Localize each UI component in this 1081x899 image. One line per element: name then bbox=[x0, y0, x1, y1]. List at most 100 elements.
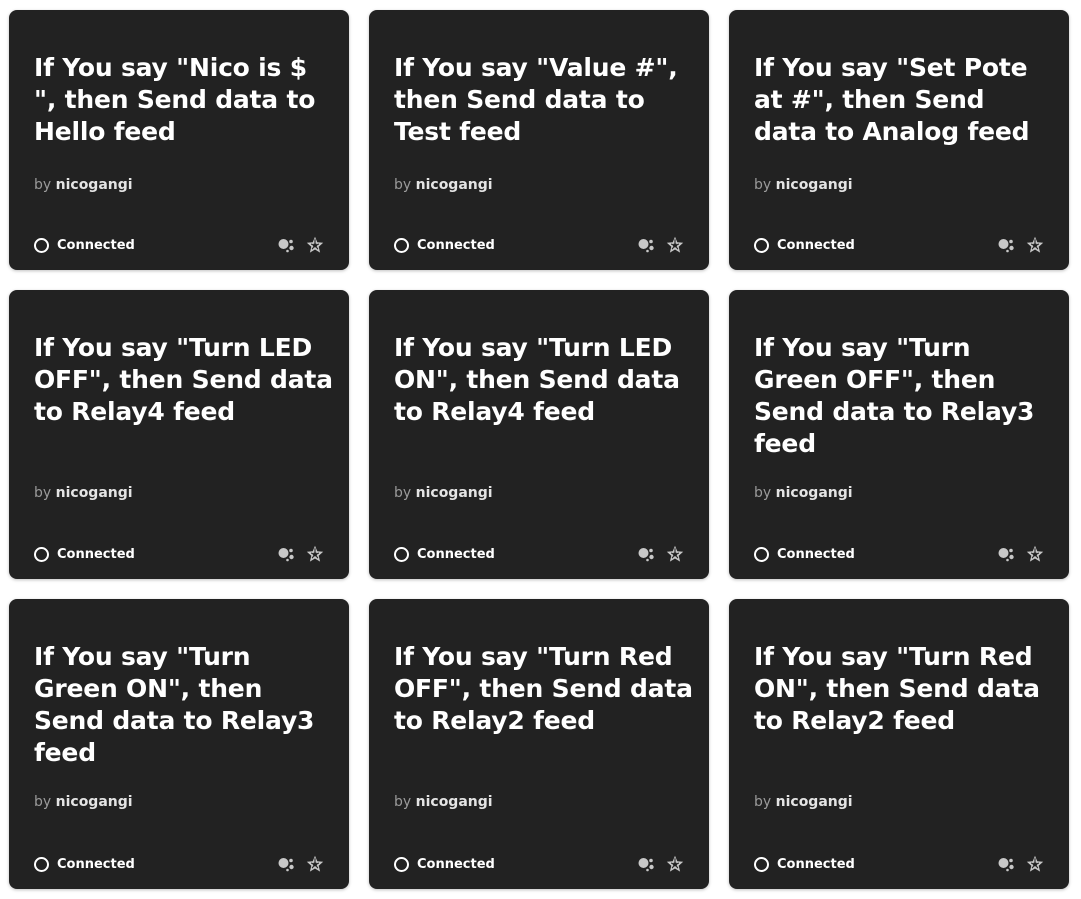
status-ring-icon bbox=[394, 237, 409, 253]
adafruit-star-icon bbox=[666, 855, 684, 873]
author-name[interactable]: nicogangi bbox=[776, 794, 853, 810]
applet-footer: Connected bbox=[34, 236, 324, 254]
applet-card[interactable]: If You say "Turn Green ON", then Send da… bbox=[9, 599, 349, 889]
applet-byline: by nicogangi bbox=[754, 793, 853, 811]
applet-title: If You say "Turn LED ON", then Send data… bbox=[394, 333, 680, 426]
author-name[interactable]: nicogangi bbox=[416, 794, 493, 810]
byline-prefix: by bbox=[34, 794, 52, 810]
service-icons bbox=[998, 545, 1044, 563]
adafruit-star-icon bbox=[666, 236, 684, 254]
applet-card[interactable]: If You say "Turn Green OFF", then Send d… bbox=[729, 290, 1069, 579]
service-icons bbox=[278, 236, 324, 254]
connection-status: Connected bbox=[394, 237, 495, 253]
google-assistant-icon bbox=[278, 856, 296, 872]
applet-byline: by nicogangi bbox=[34, 484, 133, 502]
service-icons bbox=[278, 545, 324, 563]
applet-footer: Connected bbox=[34, 545, 324, 563]
status-label: Connected bbox=[777, 237, 855, 253]
byline-prefix: by bbox=[34, 485, 52, 501]
applet-card[interactable]: If You say "Value #", then Send data to … bbox=[369, 10, 709, 270]
status-ring-icon bbox=[394, 856, 409, 872]
byline-prefix: by bbox=[754, 794, 772, 810]
status-ring-icon bbox=[34, 546, 49, 562]
applet-footer: Connected bbox=[34, 855, 324, 873]
applet-footer: Connected bbox=[754, 545, 1044, 563]
connection-status: Connected bbox=[34, 237, 135, 253]
service-icons bbox=[638, 545, 684, 563]
author-name[interactable]: nicogangi bbox=[416, 177, 493, 193]
connection-status: Connected bbox=[754, 237, 855, 253]
author-name[interactable]: nicogangi bbox=[56, 485, 133, 501]
byline-prefix: by bbox=[34, 177, 52, 193]
applet-title: If You say "Turn Green ON", then Send da… bbox=[34, 642, 315, 767]
connection-status: Connected bbox=[34, 856, 135, 872]
applet-byline: by nicogangi bbox=[754, 176, 853, 194]
applet-byline: by nicogangi bbox=[394, 793, 493, 811]
status-label: Connected bbox=[417, 856, 495, 872]
applet-footer: Connected bbox=[394, 855, 684, 873]
applet-byline: by nicogangi bbox=[34, 176, 133, 194]
author-name[interactable]: nicogangi bbox=[56, 177, 133, 193]
google-assistant-icon bbox=[278, 546, 296, 562]
adafruit-star-icon bbox=[1026, 545, 1044, 563]
applet-card[interactable]: If You say "Set Pote at #", then Send da… bbox=[729, 10, 1069, 270]
status-label: Connected bbox=[417, 546, 495, 562]
status-ring-icon bbox=[754, 856, 769, 872]
applet-footer: Connected bbox=[394, 236, 684, 254]
google-assistant-icon bbox=[638, 237, 656, 253]
status-label: Connected bbox=[777, 856, 855, 872]
status-label: Connected bbox=[57, 546, 135, 562]
google-assistant-icon bbox=[998, 856, 1016, 872]
adafruit-star-icon bbox=[306, 545, 324, 563]
author-name[interactable]: nicogangi bbox=[416, 485, 493, 501]
applet-title: If You say "Nico is $ ", then Send data … bbox=[34, 53, 316, 146]
applet-byline: by nicogangi bbox=[394, 176, 493, 194]
adafruit-star-icon bbox=[306, 855, 324, 873]
byline-prefix: by bbox=[754, 485, 772, 501]
author-name[interactable]: nicogangi bbox=[56, 794, 133, 810]
connection-status: Connected bbox=[394, 546, 495, 562]
applet-footer: Connected bbox=[754, 855, 1044, 873]
status-ring-icon bbox=[394, 546, 409, 562]
adafruit-star-icon bbox=[1026, 236, 1044, 254]
connection-status: Connected bbox=[754, 546, 855, 562]
applet-card[interactable]: If You say "Nico is $ ", then Send data … bbox=[9, 10, 349, 270]
connection-status: Connected bbox=[34, 546, 135, 562]
byline-prefix: by bbox=[394, 485, 412, 501]
service-icons bbox=[638, 855, 684, 873]
applet-footer: Connected bbox=[394, 545, 684, 563]
byline-prefix: by bbox=[394, 794, 412, 810]
applet-card[interactable]: If You say "Turn Red ON", then Send data… bbox=[729, 599, 1069, 889]
service-icons bbox=[998, 855, 1044, 873]
status-ring-icon bbox=[754, 237, 769, 253]
applet-byline: by nicogangi bbox=[34, 793, 133, 811]
google-assistant-icon bbox=[638, 546, 656, 562]
google-assistant-icon bbox=[638, 856, 656, 872]
applet-footer: Connected bbox=[754, 236, 1044, 254]
adafruit-star-icon bbox=[306, 236, 324, 254]
status-ring-icon bbox=[34, 237, 49, 253]
applet-card[interactable]: If You say "Turn Red OFF", then Send dat… bbox=[369, 599, 709, 889]
status-label: Connected bbox=[777, 546, 855, 562]
status-ring-icon bbox=[754, 546, 769, 562]
status-label: Connected bbox=[57, 856, 135, 872]
byline-prefix: by bbox=[394, 177, 412, 193]
adafruit-star-icon bbox=[1026, 855, 1044, 873]
applet-card[interactable]: If You say "Turn LED ON", then Send data… bbox=[369, 290, 709, 579]
status-label: Connected bbox=[57, 237, 135, 253]
applet-title: If You say "Set Pote at #", then Send da… bbox=[754, 53, 1030, 146]
author-name[interactable]: nicogangi bbox=[776, 177, 853, 193]
applet-card[interactable]: If You say "Turn LED OFF", then Send dat… bbox=[9, 290, 349, 579]
applet-byline: by nicogangi bbox=[754, 484, 853, 502]
service-icons bbox=[638, 236, 684, 254]
google-assistant-icon bbox=[278, 237, 296, 253]
applet-title: If You say "Value #", then Send data to … bbox=[394, 53, 678, 146]
adafruit-star-icon bbox=[666, 545, 684, 563]
status-ring-icon bbox=[34, 856, 49, 872]
google-assistant-icon bbox=[998, 237, 1016, 253]
applet-title: If You say "Turn Red ON", then Send data… bbox=[754, 642, 1040, 735]
connection-status: Connected bbox=[394, 856, 495, 872]
author-name[interactable]: nicogangi bbox=[776, 485, 853, 501]
applet-title: If You say "Turn Green OFF", then Send d… bbox=[754, 333, 1035, 458]
service-icons bbox=[998, 236, 1044, 254]
